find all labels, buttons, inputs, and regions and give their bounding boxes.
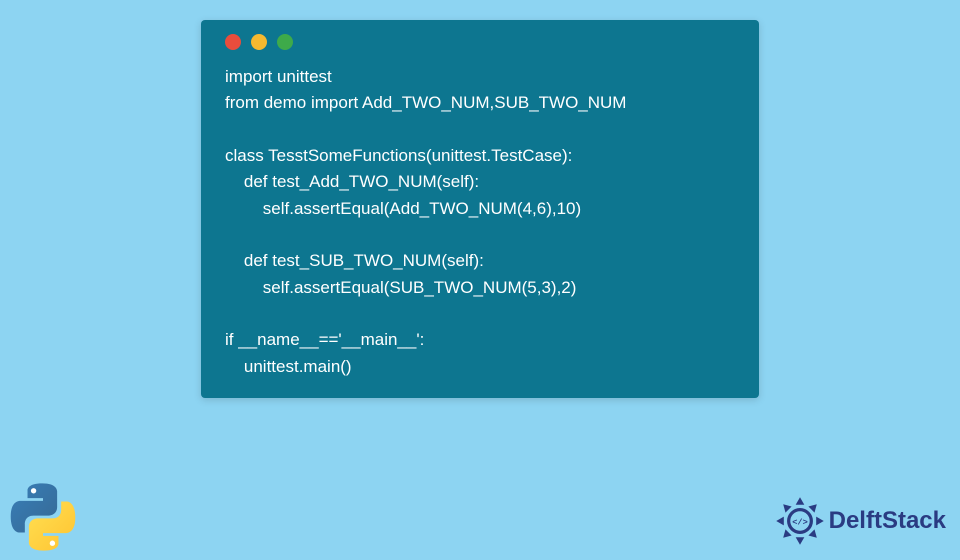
- svg-text:</>: </>: [792, 517, 808, 527]
- traffic-lights: [225, 34, 735, 50]
- code-block: import unittest from demo import Add_TWO…: [225, 64, 735, 380]
- close-icon: [225, 34, 241, 50]
- code-window: import unittest from demo import Add_TWO…: [201, 20, 759, 398]
- minimize-icon: [251, 34, 267, 50]
- python-logo-icon: [6, 480, 80, 554]
- maximize-icon: [277, 34, 293, 50]
- delftstack-label: DelftStack: [829, 507, 946, 535]
